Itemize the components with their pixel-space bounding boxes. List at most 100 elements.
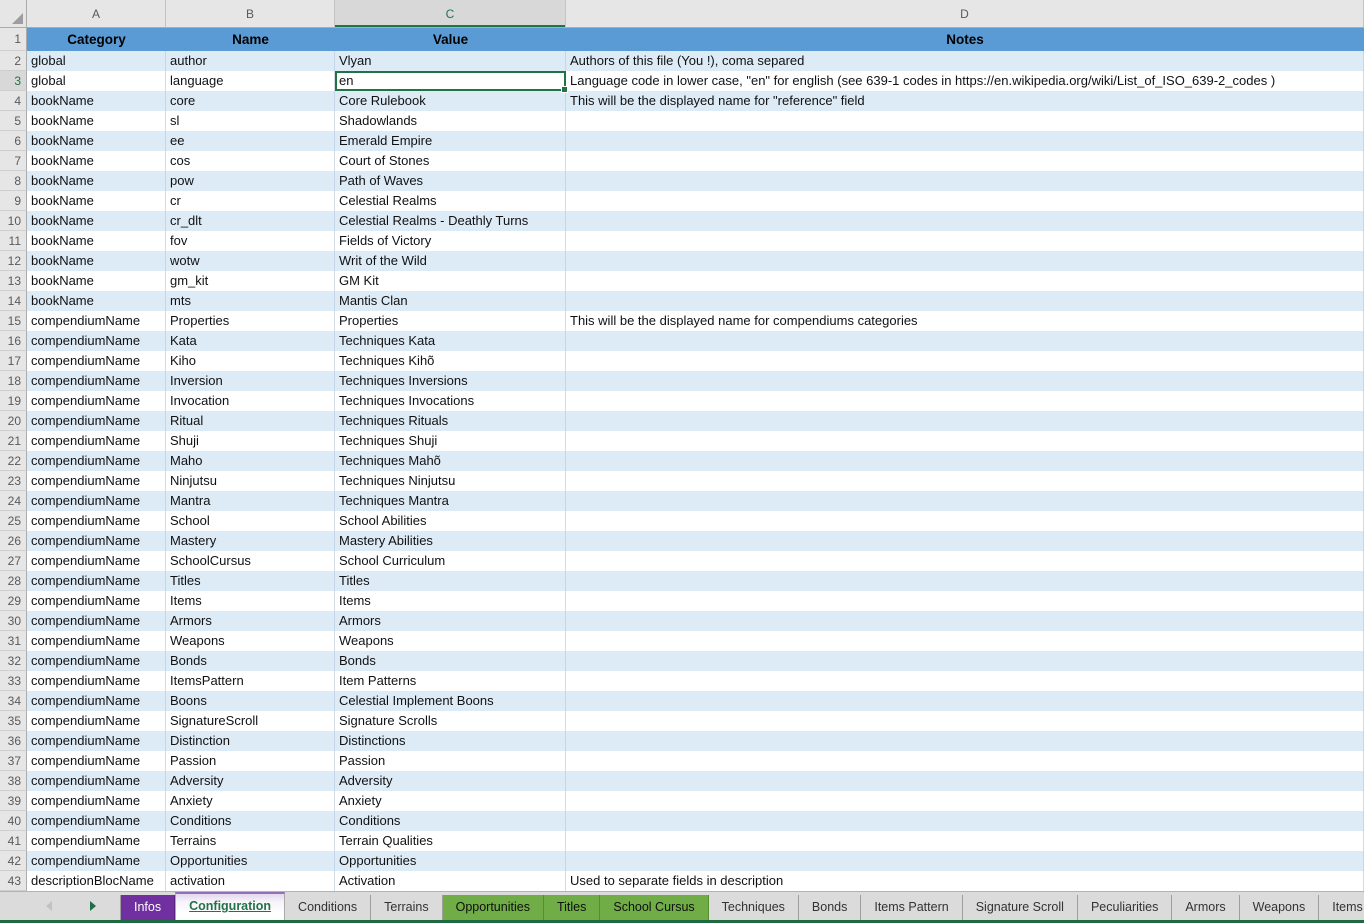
column-header-C[interactable]: C [335, 0, 566, 28]
cell-C34[interactable]: Celestial Implement Boons [335, 691, 566, 711]
sheet-tab-peculiarities[interactable]: Peculiarities [1078, 895, 1172, 920]
cell-B10[interactable]: cr_dlt [166, 211, 335, 231]
cell-D14[interactable] [566, 291, 1364, 311]
row-header-10[interactable]: 10 [0, 211, 27, 231]
column-header-A[interactable]: A [27, 0, 166, 28]
cell-A27[interactable]: compendiumName [27, 551, 166, 571]
row-header-33[interactable]: 33 [0, 671, 27, 691]
cell-C2[interactable]: Vlyan [335, 51, 566, 71]
row-header-41[interactable]: 41 [0, 831, 27, 851]
cell-D8[interactable] [566, 171, 1364, 191]
cell-B36[interactable]: Distinction [166, 731, 335, 751]
row-header-27[interactable]: 27 [0, 551, 27, 571]
cell-B7[interactable]: cos [166, 151, 335, 171]
cell-B31[interactable]: Weapons [166, 631, 335, 651]
row-header-9[interactable]: 9 [0, 191, 27, 211]
row-header-38[interactable]: 38 [0, 771, 27, 791]
row-header-1[interactable]: 1 [0, 28, 27, 51]
row-header-40[interactable]: 40 [0, 811, 27, 831]
cell-A19[interactable]: compendiumName [27, 391, 166, 411]
cell-A3[interactable]: global [27, 71, 166, 91]
cell-D27[interactable] [566, 551, 1364, 571]
cell-A37[interactable]: compendiumName [27, 751, 166, 771]
sheet-tab-conditions[interactable]: Conditions [285, 895, 371, 920]
cell-C35[interactable]: Signature Scrolls [335, 711, 566, 731]
cell-D34[interactable] [566, 691, 1364, 711]
sheet-tab-items[interactable]: Items [1319, 895, 1364, 920]
cell-B9[interactable]: cr [166, 191, 335, 211]
row-header-42[interactable]: 42 [0, 851, 27, 871]
cell-B26[interactable]: Mastery [166, 531, 335, 551]
cell-C10[interactable]: Celestial Realms - Deathly Turns [335, 211, 566, 231]
cell-A41[interactable]: compendiumName [27, 831, 166, 851]
cell-C30[interactable]: Armors [335, 611, 566, 631]
cell-C24[interactable]: Techniques Mantra [335, 491, 566, 511]
cell-D6[interactable] [566, 131, 1364, 151]
column-header-B[interactable]: B [166, 0, 335, 28]
cell-B42[interactable]: Opportunities [166, 851, 335, 871]
cell-B6[interactable]: ee [166, 131, 335, 151]
cell-B35[interactable]: SignatureScroll [166, 711, 335, 731]
cell-A32[interactable]: compendiumName [27, 651, 166, 671]
sheet-tab-techniques[interactable]: Techniques [709, 895, 799, 920]
row-header-12[interactable]: 12 [0, 251, 27, 271]
cell-C23[interactable]: Techniques Ninjutsu [335, 471, 566, 491]
cell-A11[interactable]: bookName [27, 231, 166, 251]
row-header-39[interactable]: 39 [0, 791, 27, 811]
cell-C33[interactable]: Item Patterns [335, 671, 566, 691]
cell-D13[interactable] [566, 271, 1364, 291]
row-header-24[interactable]: 24 [0, 491, 27, 511]
row-header-7[interactable]: 7 [0, 151, 27, 171]
cell-D35[interactable] [566, 711, 1364, 731]
cell-C31[interactable]: Weapons [335, 631, 566, 651]
row-header-17[interactable]: 17 [0, 351, 27, 371]
cell-B15[interactable]: Properties [166, 311, 335, 331]
cell-D21[interactable] [566, 431, 1364, 451]
cell-C36[interactable]: Distinctions [335, 731, 566, 751]
row-header-11[interactable]: 11 [0, 231, 27, 251]
cell-B14[interactable]: mts [166, 291, 335, 311]
cell-D18[interactable] [566, 371, 1364, 391]
row-header-18[interactable]: 18 [0, 371, 27, 391]
cell-D5[interactable] [566, 111, 1364, 131]
cell-B43[interactable]: activation [166, 871, 335, 891]
cell-A8[interactable]: bookName [27, 171, 166, 191]
row-header-34[interactable]: 34 [0, 691, 27, 711]
cell-A4[interactable]: bookName [27, 91, 166, 111]
cell-D40[interactable] [566, 811, 1364, 831]
cell-B29[interactable]: Items [166, 591, 335, 611]
row-header-28[interactable]: 28 [0, 571, 27, 591]
cell-B34[interactable]: Boons [166, 691, 335, 711]
cell-D29[interactable] [566, 591, 1364, 611]
cell-C19[interactable]: Techniques Invocations [335, 391, 566, 411]
header-cell-notes[interactable]: Notes [566, 28, 1364, 51]
cell-B23[interactable]: Ninjutsu [166, 471, 335, 491]
cell-B37[interactable]: Passion [166, 751, 335, 771]
cell-C7[interactable]: Court of Stones [335, 151, 566, 171]
cell-B38[interactable]: Adversity [166, 771, 335, 791]
cell-C5[interactable]: Shadowlands [335, 111, 566, 131]
cell-C3[interactable]: en [335, 71, 566, 91]
cell-B22[interactable]: Maho [166, 451, 335, 471]
cell-D15[interactable]: This will be the displayed name for comp… [566, 311, 1364, 331]
cell-D12[interactable] [566, 251, 1364, 271]
cell-A33[interactable]: compendiumName [27, 671, 166, 691]
cell-B17[interactable]: Kiho [166, 351, 335, 371]
cell-B32[interactable]: Bonds [166, 651, 335, 671]
cell-A21[interactable]: compendiumName [27, 431, 166, 451]
cell-A38[interactable]: compendiumName [27, 771, 166, 791]
cell-B39[interactable]: Anxiety [166, 791, 335, 811]
next-sheet-icon[interactable] [90, 901, 96, 911]
cell-A39[interactable]: compendiumName [27, 791, 166, 811]
row-header-26[interactable]: 26 [0, 531, 27, 551]
cell-C21[interactable]: Techniques Shuji [335, 431, 566, 451]
cell-B21[interactable]: Shuji [166, 431, 335, 451]
row-header-30[interactable]: 30 [0, 611, 27, 631]
row-header-25[interactable]: 25 [0, 511, 27, 531]
cell-B33[interactable]: ItemsPattern [166, 671, 335, 691]
row-header-31[interactable]: 31 [0, 631, 27, 651]
row-header-36[interactable]: 36 [0, 731, 27, 751]
cell-B24[interactable]: Mantra [166, 491, 335, 511]
cell-C29[interactable]: Items [335, 591, 566, 611]
cell-A31[interactable]: compendiumName [27, 631, 166, 651]
